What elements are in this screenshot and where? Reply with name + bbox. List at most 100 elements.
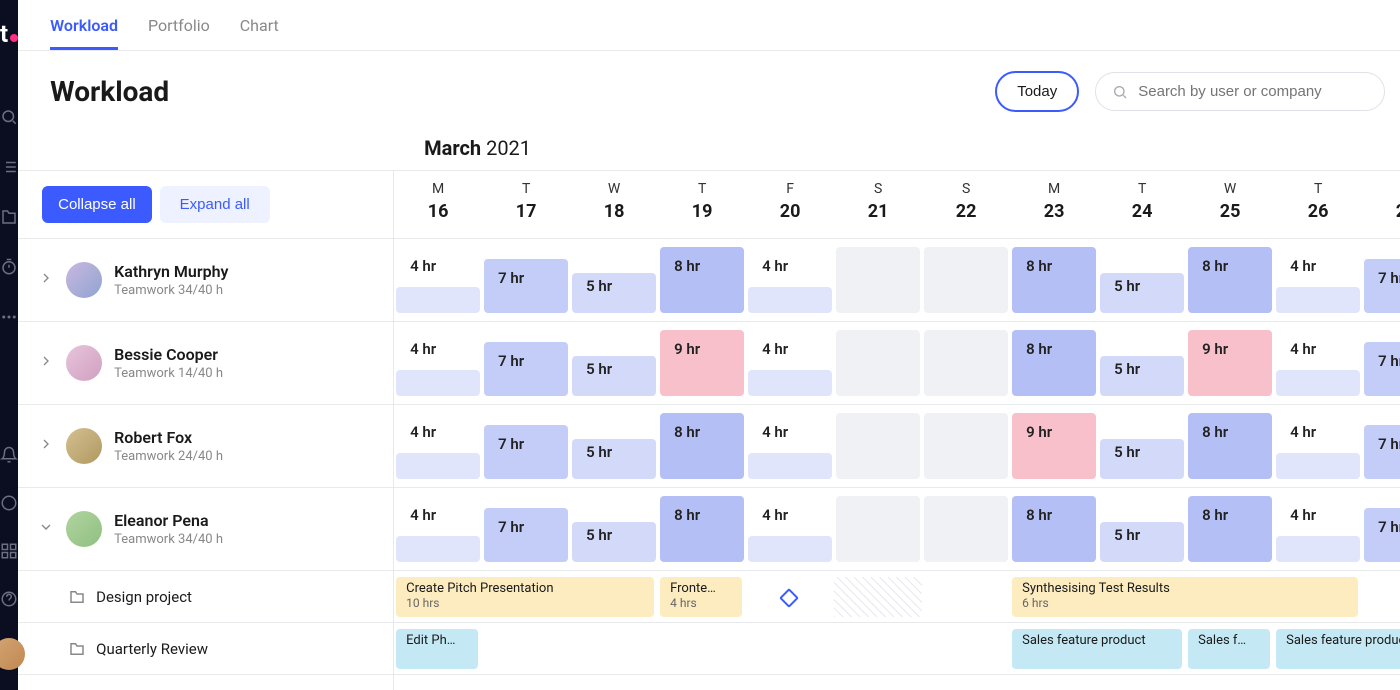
workload-block[interactable]: 7 hr (484, 425, 568, 479)
load-cell[interactable]: 5 hr (1098, 405, 1186, 487)
collapse-all-button[interactable]: Collapse all (42, 186, 152, 223)
workload-block[interactable]: 8 hr (660, 247, 744, 313)
load-cell[interactable]: 7 hr (482, 322, 570, 404)
help-icon[interactable] (0, 590, 18, 612)
search-input[interactable] (1138, 83, 1368, 100)
load-cell[interactable]: 7 hr (482, 488, 570, 570)
workload-block[interactable]: 4 hr (748, 287, 832, 313)
more-icon[interactable] (0, 308, 18, 330)
load-cell[interactable]: 4 hr (1274, 405, 1362, 487)
load-cell[interactable]: 8 hr (658, 239, 746, 321)
workload-block[interactable]: 4 hr (396, 370, 480, 396)
timer-icon[interactable] (0, 258, 18, 280)
task-bar[interactable]: Create Pitch Presentation10 hrs (396, 577, 654, 617)
workload-block[interactable] (924, 496, 1008, 562)
load-cell[interactable]: 7 hr (482, 405, 570, 487)
load-cell[interactable]: 4 hr (394, 322, 482, 404)
workload-block[interactable]: 5 hr (572, 273, 656, 313)
workload-block[interactable]: 7 hr (484, 342, 568, 396)
load-cell[interactable] (834, 405, 922, 487)
load-cell[interactable]: 4 hr (746, 488, 834, 570)
workload-block[interactable] (836, 330, 920, 396)
workload-block[interactable]: 4 hr (1276, 453, 1360, 479)
load-cell[interactable]: 5 hr (570, 488, 658, 570)
workload-block[interactable]: 7 hr (1364, 425, 1400, 479)
task-bar[interactable]: Sales feature product (1276, 629, 1400, 669)
workload-block[interactable] (924, 413, 1008, 479)
task-bar[interactable]: Fronte…4 hrs (660, 577, 742, 617)
load-cell[interactable]: 4 hr (1274, 488, 1362, 570)
task-bar[interactable]: Edit Ph… (396, 629, 478, 669)
workload-block[interactable]: 4 hr (396, 453, 480, 479)
workload-block[interactable]: 5 hr (1100, 356, 1184, 396)
workload-block[interactable]: 5 hr (572, 356, 656, 396)
expand-caret[interactable] (38, 353, 54, 373)
workload-block[interactable]: 9 hr (660, 330, 744, 396)
workload-block[interactable]: 8 hr (660, 413, 744, 479)
load-cell[interactable]: 4 hr (394, 488, 482, 570)
load-cell[interactable] (922, 405, 1010, 487)
workload-block[interactable]: 8 hr (660, 496, 744, 562)
folder-icon[interactable] (0, 208, 18, 230)
load-cell[interactable]: 4 hr (746, 322, 834, 404)
load-cell[interactable] (922, 239, 1010, 321)
list-icon[interactable] (0, 158, 18, 180)
load-cell[interactable] (834, 239, 922, 321)
load-cell[interactable]: 7 hr (1362, 322, 1400, 404)
task-bar[interactable]: Synthesising Test Results6 hrs (1012, 577, 1358, 617)
workload-block[interactable]: 4 hr (748, 453, 832, 479)
load-cell[interactable]: 4 hr (1274, 239, 1362, 321)
workload-block[interactable]: 8 hr (1012, 330, 1096, 396)
workload-block[interactable]: 9 hr (1188, 330, 1272, 396)
load-cell[interactable] (922, 488, 1010, 570)
task-bar[interactable]: Sales f… (1188, 629, 1270, 669)
load-cell[interactable] (834, 322, 922, 404)
load-cell[interactable]: 5 hr (570, 322, 658, 404)
workload-block[interactable] (836, 496, 920, 562)
workload-block[interactable]: 7 hr (1364, 259, 1400, 313)
expand-all-button[interactable]: Expand all (160, 186, 270, 223)
workload-block[interactable]: 4 hr (1276, 536, 1360, 562)
user-avatar[interactable] (0, 638, 25, 670)
expand-caret[interactable] (38, 436, 54, 456)
load-cell[interactable]: 5 hr (1098, 239, 1186, 321)
today-button[interactable]: Today (995, 71, 1079, 112)
load-cell[interactable]: 8 hr (1010, 322, 1098, 404)
load-cell[interactable]: 4 hr (1274, 322, 1362, 404)
milestone-icon[interactable] (779, 588, 799, 608)
search-icon[interactable] (0, 108, 18, 130)
workload-block[interactable]: 7 hr (1364, 508, 1400, 562)
workload-block[interactable]: 5 hr (1100, 273, 1184, 313)
search-box[interactable] (1095, 72, 1385, 111)
workload-block[interactable]: 4 hr (396, 287, 480, 313)
workload-block[interactable]: 8 hr (1188, 496, 1272, 562)
project-row[interactable]: Quarterly Review (18, 623, 393, 675)
load-cell[interactable]: 9 hr (658, 322, 746, 404)
workload-block[interactable]: 8 hr (1188, 413, 1272, 479)
chat-icon[interactable] (0, 494, 18, 516)
tab-workload[interactable]: Workload (50, 16, 118, 50)
load-cell[interactable]: 8 hr (1186, 405, 1274, 487)
grid-icon[interactable] (0, 542, 18, 564)
load-cell[interactable]: 8 hr (1010, 239, 1098, 321)
workload-block[interactable]: 8 hr (1012, 496, 1096, 562)
workload-block[interactable] (836, 413, 920, 479)
load-cell[interactable]: 7 hr (1362, 405, 1400, 487)
workload-block[interactable]: 4 hr (748, 536, 832, 562)
load-cell[interactable]: 8 hr (1186, 488, 1274, 570)
workload-block[interactable] (924, 330, 1008, 396)
workload-block[interactable]: 4 hr (1276, 287, 1360, 313)
workload-block[interactable]: 8 hr (1188, 247, 1272, 313)
workload-block[interactable]: 7 hr (484, 259, 568, 313)
load-cell[interactable]: 5 hr (570, 405, 658, 487)
load-cell[interactable]: 9 hr (1010, 405, 1098, 487)
load-cell[interactable]: 7 hr (1362, 239, 1400, 321)
workload-block[interactable] (924, 247, 1008, 313)
load-cell[interactable]: 7 hr (1362, 488, 1400, 570)
load-cell[interactable]: 8 hr (658, 488, 746, 570)
project-row[interactable]: Design project (18, 571, 393, 623)
load-cell[interactable]: 8 hr (658, 405, 746, 487)
load-cell[interactable]: 4 hr (746, 405, 834, 487)
load-cell[interactable]: 4 hr (394, 239, 482, 321)
bell-icon[interactable] (0, 446, 18, 468)
